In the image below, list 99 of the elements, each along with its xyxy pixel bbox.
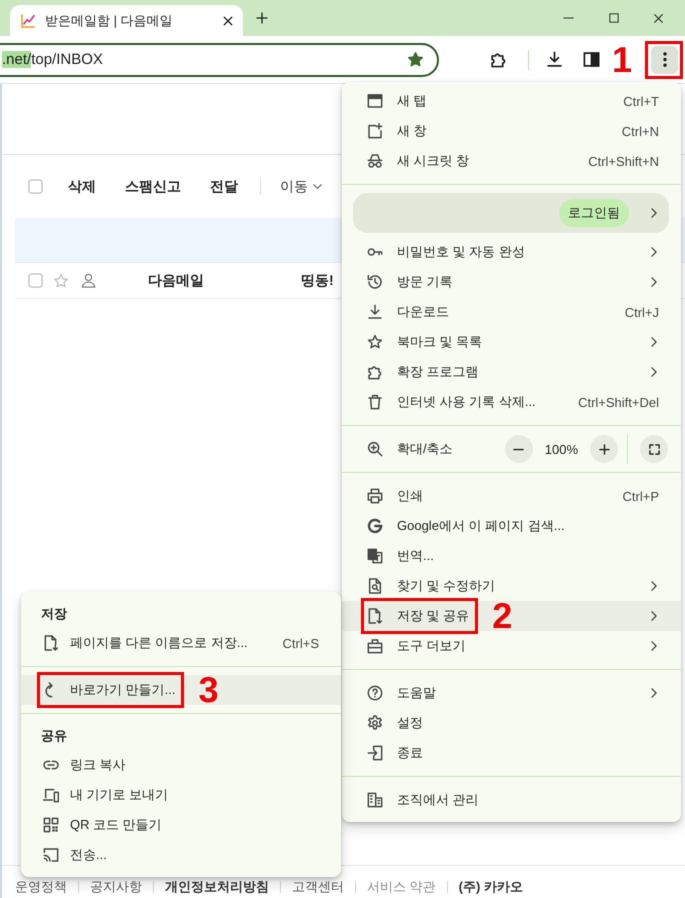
puzzle-icon bbox=[367, 364, 383, 380]
minimize-icon[interactable] bbox=[563, 17, 574, 19]
menu-item[interactable]: 종료 bbox=[342, 738, 681, 768]
step-number: 2 bbox=[492, 601, 512, 631]
menu-item[interactable]: 페이지를 다른 이름으로 저장... Ctrl+S bbox=[21, 628, 341, 658]
menu-item[interactable]: 전송... bbox=[21, 840, 341, 870]
menu-item[interactable]: 번역... bbox=[342, 541, 681, 571]
document-search-icon bbox=[367, 578, 383, 594]
menu-item[interactable]: 인터넷 사용 기록 삭제... Ctrl+Shift+Del bbox=[342, 387, 681, 417]
step-number: 1 bbox=[612, 42, 632, 78]
profile-row[interactable]: 로그인됨 bbox=[353, 193, 669, 233]
shortcut-text: Ctrl+S bbox=[282, 636, 319, 650]
menu-item[interactable]: 확장 프로그램 bbox=[342, 357, 681, 387]
shortcut-text: Ctrl+N bbox=[622, 124, 659, 138]
menu-item[interactable]: 내 기기로 보내기 bbox=[21, 780, 341, 810]
window-plus-icon bbox=[367, 123, 383, 139]
footer-link[interactable]: 고객센터 bbox=[292, 878, 344, 896]
building-icon bbox=[367, 792, 383, 808]
menu-item[interactable]: 비밀번호 및 자동 완성 bbox=[342, 237, 681, 267]
browser-tab[interactable]: 받은메일함 | 다음메일 bbox=[10, 5, 243, 36]
checkbox[interactable] bbox=[28, 179, 43, 194]
menu-item[interactable]: 다운로드 Ctrl+J bbox=[342, 297, 681, 327]
signed-in-badge: 로그인됨 bbox=[559, 199, 629, 227]
footer-link[interactable]: (주) 카카오 bbox=[458, 878, 523, 896]
plus-icon bbox=[598, 444, 610, 454]
checkbox[interactable] bbox=[28, 273, 43, 288]
cast-icon bbox=[43, 847, 59, 863]
section-heading: 공유 bbox=[40, 727, 68, 745]
menu-item[interactable]: 저장 및 공유 2 bbox=[342, 601, 681, 631]
download-icon bbox=[367, 304, 383, 320]
qr-code-icon bbox=[43, 817, 59, 833]
menu-item[interactable]: 찾기 및 수정하기 bbox=[342, 571, 681, 601]
plus-icon[interactable] bbox=[256, 12, 268, 24]
action-button[interactable]: 삭제 bbox=[68, 178, 96, 196]
menu-item[interactable]: 방문 기록 bbox=[342, 267, 681, 297]
close-icon[interactable] bbox=[653, 12, 664, 24]
history-icon bbox=[367, 274, 383, 290]
browser-tab-icon bbox=[367, 93, 383, 109]
section-heading: 저장 bbox=[40, 605, 68, 623]
document-download-icon bbox=[43, 635, 59, 651]
person-icon bbox=[81, 273, 96, 288]
message-subject[interactable]: 띵동! bbox=[301, 272, 334, 290]
shortcut-text: Ctrl+Shift+Del bbox=[578, 394, 659, 410]
menu-item[interactable]: 새 시크릿 창 Ctrl+Shift+N bbox=[342, 146, 681, 176]
annotation-frame bbox=[645, 40, 684, 78]
maximize-icon[interactable] bbox=[609, 13, 619, 23]
download-icon[interactable] bbox=[546, 51, 563, 68]
footer-link[interactable]: 공지사항 bbox=[90, 878, 142, 896]
line-chart-icon bbox=[20, 12, 36, 28]
shortcut-text: Ctrl+Shift+N bbox=[588, 154, 659, 168]
sender-name: 다음메일 bbox=[148, 272, 205, 290]
shortcut-text: Ctrl+T bbox=[623, 94, 659, 108]
incognito-icon bbox=[367, 153, 383, 169]
footer-link[interactable]: 운영정책 bbox=[15, 878, 67, 896]
fullscreen-button[interactable] bbox=[640, 435, 668, 463]
exit-icon bbox=[367, 745, 383, 761]
menu-item[interactable]: 인쇄 Ctrl+P bbox=[342, 481, 681, 511]
address-field[interactable]: .net/top/INBOX bbox=[0, 42, 439, 76]
menu-item[interactable]: QR 코드 만들기 bbox=[21, 810, 341, 840]
printer-icon bbox=[367, 488, 383, 504]
shortcut-text: Ctrl+J bbox=[624, 304, 659, 320]
menu-item[interactable]: 북마크 및 목록 bbox=[342, 327, 681, 357]
menu-item[interactable]: 새 창 Ctrl+N bbox=[342, 116, 681, 146]
star-icon bbox=[367, 334, 383, 350]
action-button[interactable]: 스팸신고 bbox=[125, 178, 181, 196]
zoom-in-button[interactable] bbox=[590, 435, 618, 463]
menu-item[interactable]: 링크 복사 bbox=[21, 750, 341, 780]
star-icon[interactable] bbox=[407, 51, 424, 68]
menu-button[interactable] bbox=[651, 46, 678, 74]
shortcut-text: Ctrl+P bbox=[622, 488, 659, 504]
step-number: 3 bbox=[198, 675, 218, 705]
chevron-down-icon bbox=[313, 182, 322, 191]
menu-label: 확대/축소 bbox=[397, 440, 453, 458]
menu-item[interactable]: 새 탭 Ctrl+T bbox=[342, 86, 681, 116]
menu-item[interactable]: 바로가기 만들기... 3 bbox=[21, 675, 341, 705]
side-panel-icon[interactable] bbox=[583, 51, 600, 68]
settings-icon bbox=[367, 715, 383, 731]
fullscreen-icon bbox=[648, 444, 660, 454]
help-icon bbox=[367, 685, 383, 701]
zoom-level: 100% bbox=[544, 442, 578, 456]
menu-item[interactable]: 도구 더보기 bbox=[342, 631, 681, 661]
footer-link[interactable]: 개인정보처리방침 bbox=[165, 878, 269, 896]
zoom-in-icon bbox=[367, 441, 383, 457]
menu-item[interactable]: 설정 bbox=[342, 708, 681, 738]
close-icon[interactable] bbox=[223, 16, 233, 26]
puzzle-icon[interactable] bbox=[490, 51, 507, 68]
menu-item[interactable]: 도움말 bbox=[342, 678, 681, 708]
toolbox-icon bbox=[367, 638, 383, 654]
action-button[interactable]: 전달 bbox=[210, 178, 238, 196]
move-dropdown[interactable]: 이동 bbox=[280, 178, 322, 196]
g-logo-icon bbox=[367, 518, 383, 534]
translate-icon bbox=[367, 548, 383, 564]
star-icon[interactable] bbox=[53, 272, 69, 288]
menu-item[interactable]: 조직에서 관리 bbox=[342, 785, 681, 815]
document-download-icon bbox=[367, 608, 383, 624]
more-icon bbox=[662, 52, 667, 67]
trash-icon bbox=[367, 394, 383, 410]
menu-item[interactable]: Google에서 이 페이지 검색... bbox=[342, 511, 681, 541]
devices-icon bbox=[43, 787, 59, 803]
